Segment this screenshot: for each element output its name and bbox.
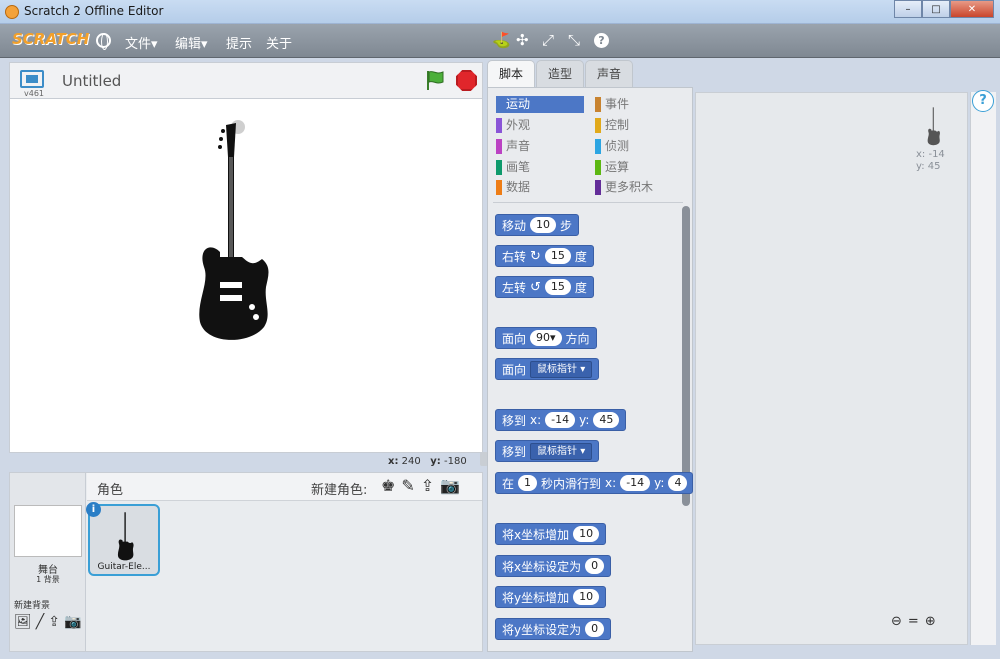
- block-change-x[interactable]: 将x坐标增加 10: [495, 523, 607, 545]
- tab-costumes[interactable]: 造型: [536, 60, 584, 87]
- category-operators[interactable]: 运算: [595, 159, 683, 176]
- block-turn-right[interactable]: 右转 ↻ 15 度: [495, 245, 594, 267]
- block-point-direction[interactable]: 面向 90▾ 方向: [495, 327, 597, 349]
- palette-divider: [493, 202, 683, 203]
- stage-column: 舞台 1 背景 新建背景 🖼 ╱ ⇪ 📷: [10, 473, 86, 651]
- grow-icon[interactable]: ⤢: [542, 32, 554, 48]
- guitar-thumb-icon: [117, 512, 134, 561]
- script-area[interactable]: x: -14 y: 45 ⊖ = ⊕: [695, 92, 968, 645]
- block-goto-xy[interactable]: 移到 x: -14 y: 45: [495, 409, 627, 431]
- window-title: Scratch 2 Offline Editor: [24, 4, 164, 18]
- stage-thumbnail[interactable]: [14, 505, 82, 557]
- sprite-pane: 舞台 1 背景 新建背景 🖼 ╱ ⇪ 📷 角色 新建角色: ♚ ✎ ⇪ 📷 i …: [9, 472, 483, 652]
- menu-about[interactable]: 关于: [266, 33, 292, 52]
- sprites-label: 角色: [97, 483, 124, 498]
- delete-icon[interactable]: ✣: [516, 32, 529, 48]
- help-icon[interactable]: ?: [594, 33, 609, 48]
- guitar-sprite[interactable]: [190, 117, 280, 347]
- category-motion[interactable]: 运动: [496, 96, 584, 113]
- rotate-right-icon: ↻: [530, 248, 541, 264]
- close-button[interactable]: ✕: [950, 0, 994, 18]
- block-set-x[interactable]: 将x坐标设定为 0: [495, 555, 612, 577]
- new-sprite-label: 新建角色:: [311, 483, 368, 498]
- fullscreen-icon[interactable]: [20, 70, 44, 88]
- image-library-icon[interactable]: 🖼: [14, 614, 32, 630]
- green-flag-icon[interactable]: [424, 69, 446, 91]
- mouse-coords: x: 240 y: -180: [388, 456, 467, 467]
- scratch-logo[interactable]: SCRATCH: [12, 30, 89, 48]
- backdrop-tools: 🖼 ╱ ⇪ 📷: [14, 614, 81, 630]
- block-move[interactable]: 移动 10 步: [495, 214, 580, 236]
- category-more-blocks[interactable]: 更多积木: [595, 179, 683, 196]
- sprite-thumbnail[interactable]: i Guitar-Ele...: [86, 502, 160, 576]
- window-titlebar: Scratch 2 Offline Editor – □ ✕: [0, 0, 1000, 24]
- block-glide[interactable]: 在 1 秒内滑行到 x: -14 y: 4: [495, 472, 693, 494]
- block-point-towards[interactable]: 面向 鼠标指针 ▾: [495, 358, 600, 380]
- upload-sprite-icon[interactable]: ⇪: [421, 476, 434, 495]
- sprite-name: Guitar-Ele...: [97, 562, 151, 572]
- menubar: SCRATCH 文件▾ 编辑▾ 提示 关于 ⛳ ✣ ⤢ ⤡ ?: [0, 24, 1000, 58]
- upload-icon[interactable]: ⇪: [48, 614, 60, 630]
- paint-sprite-icon[interactable]: ✎: [401, 476, 414, 495]
- category-control[interactable]: 控制: [595, 117, 683, 134]
- info-icon[interactable]: i: [86, 502, 101, 517]
- zoom-reset-icon[interactable]: =: [908, 614, 919, 629]
- rotate-left-icon: ↺: [530, 279, 541, 295]
- category-sound[interactable]: 声音: [496, 138, 584, 155]
- minimize-button[interactable]: –: [894, 0, 922, 18]
- stop-icon[interactable]: [456, 70, 477, 91]
- stage-canvas[interactable]: [9, 98, 483, 453]
- palette-scrollbar[interactable]: [682, 206, 690, 506]
- block-palette: 运动 外观 声音 画笔 数据 事件 控制 侦测 运算 更多积木 移动 10 步 右转…: [487, 87, 693, 652]
- window-controls: – □ ✕: [894, 0, 994, 18]
- category-sensing[interactable]: 侦测: [595, 138, 683, 155]
- paint-brush-icon[interactable]: ╱: [36, 614, 44, 630]
- camera-icon[interactable]: 📷: [64, 614, 81, 630]
- sprite-library-icon[interactable]: ♚: [381, 476, 395, 495]
- version-label: v461: [24, 89, 45, 98]
- menu-tips[interactable]: 提示: [226, 33, 252, 52]
- block-goto[interactable]: 移到 鼠标指针 ▾: [495, 440, 600, 462]
- zoom-out-icon[interactable]: ⊖: [891, 614, 902, 629]
- maximize-button[interactable]: □: [922, 0, 950, 18]
- sprite-preview-icon: [927, 107, 940, 146]
- menu-edit[interactable]: 编辑▾: [175, 33, 208, 52]
- shrink-icon[interactable]: ⤡: [568, 32, 580, 48]
- sprite-header: 角色 新建角色: ♚ ✎ ⇪ 📷: [87, 473, 482, 501]
- block-set-y[interactable]: 将y坐标设定为 0: [495, 618, 612, 640]
- category-looks[interactable]: 外观: [496, 117, 584, 134]
- duplicate-icon[interactable]: ⛳: [492, 32, 511, 48]
- category-events[interactable]: 事件: [595, 96, 683, 113]
- category-data[interactable]: 数据: [496, 179, 584, 196]
- block-change-y[interactable]: 将y坐标增加 10: [495, 586, 607, 608]
- stage-header: v461 Untitled: [9, 62, 483, 98]
- block-turn-left[interactable]: 左转 ↺ 15 度: [495, 276, 594, 298]
- zoom-in-icon[interactable]: ⊕: [925, 614, 936, 629]
- category-pen[interactable]: 画笔: [496, 159, 584, 176]
- new-sprite-tools: ♚ ✎ ⇪ 📷: [381, 476, 460, 495]
- backdrop-count: 1 背景: [36, 575, 60, 584]
- help-question-icon[interactable]: ?: [972, 90, 994, 112]
- zoom-controls: ⊖ = ⊕: [891, 614, 936, 629]
- tab-sounds[interactable]: 声音: [585, 60, 633, 87]
- tab-scripts[interactable]: 脚本: [487, 60, 535, 87]
- app-icon: [5, 5, 19, 19]
- help-sidebar: [970, 92, 996, 645]
- menu-file[interactable]: 文件▾: [125, 33, 158, 52]
- new-backdrop-label: 新建背景: [14, 601, 51, 611]
- camera-sprite-icon[interactable]: 📷: [440, 476, 460, 495]
- globe-icon[interactable]: [96, 33, 111, 50]
- project-title[interactable]: Untitled: [62, 72, 121, 90]
- sprite-position: x: -14 y: 45: [916, 149, 945, 172]
